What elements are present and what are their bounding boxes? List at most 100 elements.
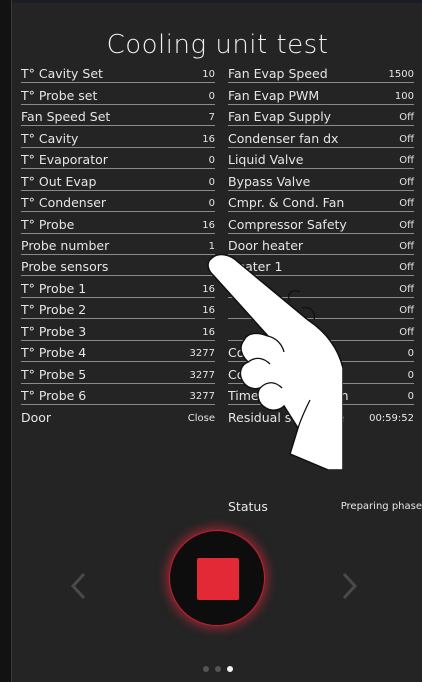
left-param-label: T° Probe 6 (21, 388, 87, 403)
right-param-label: Bypass Valve (228, 173, 311, 189)
left-param-value: Close (187, 413, 215, 425)
left-param-value: 0 (208, 90, 215, 102)
left-param-label: T° Probe 5 (21, 366, 87, 382)
right-param-row: Off (228, 298, 414, 320)
right-param-value: Off (399, 133, 414, 145)
right-parameter-column: Fan Evap Speed 1500 Fan Evap PWM 100 Fan Eva… (228, 62, 421, 426)
right-param-value: 0 (407, 369, 414, 381)
frame: Cooling unit test T° Cavity Set 10 T° Prob… (0, 0, 422, 682)
left-param-row: T° Probe set 0 (21, 83, 215, 105)
right-param-row: Liquid Valve Off (228, 148, 414, 170)
left-param-row: T° Probe 1 16 (21, 276, 215, 298)
page-indicator (12, 659, 422, 677)
left-param-label: Probe sensors (21, 259, 109, 275)
left-param-row: T° Cavity Set 10 (21, 62, 215, 84)
left-param-value: 3277 (189, 369, 215, 381)
left-param-value: 10 (202, 69, 215, 81)
left-param-row: T° Probe 2 16 (21, 298, 215, 320)
right-param-row: Fan Evap Speed 1500 (228, 62, 414, 84)
left-param-label: T° Cavity (21, 130, 79, 146)
left-param-label: T° Cavity Set (21, 66, 103, 82)
left-param-row: T° Probe 6 3277 (21, 384, 215, 405)
right-param-label: Liquid Valve (228, 152, 304, 168)
right-param-value: Off (399, 176, 414, 188)
right-param-label: Time Bef. Comp.On (228, 388, 349, 403)
right-param-label: Cmpr. & Cond. Fan (228, 195, 345, 211)
right-param-label: Door heater (228, 237, 304, 253)
right-param-row: Co 0 (228, 341, 414, 363)
right-param-value: 0 (407, 348, 414, 360)
left-param-value: 0 (208, 176, 215, 188)
right-param-row: Fan Evap Supply Off (228, 105, 414, 127)
page-dot[interactable] (214, 666, 221, 672)
right-param-value: Off (399, 198, 414, 210)
right-param-label: Co (228, 345, 245, 361)
right-param-label: Fan Evap PWM (228, 87, 320, 103)
left-param-value: 0 (208, 155, 215, 167)
right-param-row: Compr. Power 0 (228, 362, 414, 384)
left-param-label: T° Condenser (21, 195, 107, 211)
left-param-value: 0 (208, 198, 215, 210)
chevron-right-icon (342, 572, 358, 600)
right-param-row: Door heater Off (228, 234, 414, 255)
left-param-label: T° Probe (21, 216, 75, 232)
right-param-value: Off (399, 326, 414, 338)
right-param-row: Condenser fan dx Off (228, 126, 414, 148)
left-param-value: 1 (208, 240, 215, 252)
right-param-label: H (228, 280, 238, 296)
right-param-label: Fan Evap Supply (228, 109, 332, 125)
previous-page-button[interactable] (64, 568, 94, 604)
left-param-label: T° Probe 3 (21, 323, 87, 339)
right-param-row: H Off (228, 276, 414, 298)
right-param-row: Off (228, 319, 414, 341)
next-page-button[interactable] (334, 568, 364, 604)
right-param-value: 00:59:52 (369, 413, 414, 425)
right-param-value: Off (399, 112, 414, 124)
stop-icon (197, 558, 239, 600)
left-param-label: Probe number (21, 237, 110, 253)
left-param-value: 16 (202, 133, 215, 145)
left-bezel (0, 0, 11, 682)
left-param-label: T° Evaporator (21, 152, 108, 168)
right-param-value: Off (399, 219, 414, 231)
right-param-value: Off (399, 283, 414, 295)
left-param-value: 16 (202, 305, 215, 317)
right-param-label: Compressor Safety (228, 216, 347, 232)
right-param-label: Compr. Power (228, 366, 315, 382)
left-param-label: T° Probe 4 (21, 345, 87, 361)
left-param-value: 16 (202, 326, 215, 338)
stop-button[interactable] (169, 530, 265, 626)
chevron-left-icon (70, 572, 86, 600)
right-param-value: 100 (394, 90, 414, 102)
right-param-label: Fan Evap Speed (228, 66, 328, 82)
left-param-value: 16 (202, 219, 215, 231)
left-param-row: Fan Speed Set 7 (21, 105, 215, 127)
left-param-value: 3 (208, 262, 215, 274)
right-param-label: Residual step time (228, 410, 345, 426)
right-param-row: Fan Evap PWM 100 (228, 83, 414, 105)
right-param-row: Time Bef. Comp.On 0 (228, 384, 414, 405)
right-param-row: Heater 1 Off (228, 255, 414, 277)
right-param-value: Off (399, 240, 414, 252)
left-param-row: T° Probe 4 3277 (21, 341, 215, 363)
left-param-label: T° Probe set (21, 87, 98, 103)
page-dot[interactable] (202, 666, 209, 672)
status-value: Preparing phase (340, 501, 422, 512)
right-param-value: 1500 (388, 69, 414, 81)
page-title: Cooling unit test (106, 30, 329, 60)
right-param-value: 0 (407, 391, 414, 402)
left-param-row: T° Evaporator 0 (21, 148, 215, 170)
screen: Cooling unit test T° Cavity Set 10 T° Prob… (11, 0, 422, 682)
left-param-label: T° Out Evap (21, 173, 97, 189)
left-parameter-column: T° Cavity Set 10 T° Probe set 0 Fan Speed Se… (21, 62, 221, 426)
left-param-label: Door (21, 410, 52, 426)
right-param-value: Off (399, 305, 414, 317)
left-param-row: T° Condenser 0 (21, 191, 215, 213)
right-param-value: Off (399, 155, 414, 167)
left-param-label: Fan Speed Set (21, 109, 111, 125)
left-param-label: T° Probe 1 (21, 280, 87, 296)
left-param-value: 3277 (189, 348, 215, 360)
left-param-label: T° Probe 2 (21, 302, 87, 318)
page-dot[interactable] (226, 666, 233, 672)
top-edge (12, 0, 422, 3)
